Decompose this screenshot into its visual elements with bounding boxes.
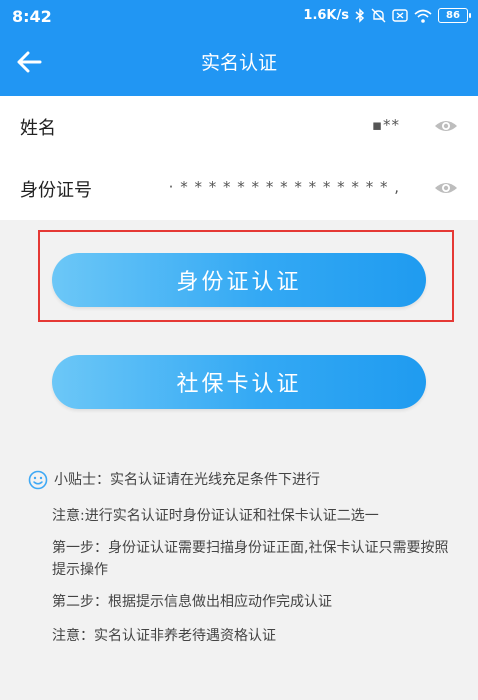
tip-heading-text: 小贴士：实名认证请在光线充足条件下进行: [54, 472, 320, 488]
tip-step1-line: 第一步：身份证认证需要扫描身份证正面,社保卡认证只需要按照提示操作: [52, 540, 449, 578]
mute-icon: [371, 8, 386, 23]
tip-note2-line: 注意：实名认证非养老待遇资格认证: [52, 628, 276, 644]
sim-x-icon: [392, 9, 408, 22]
eye-icon[interactable]: [434, 116, 458, 136]
status-icons: 1.6K/s 86: [303, 8, 471, 23]
smile-icon: [28, 470, 48, 490]
id-number-label: 身份证号: [20, 180, 92, 201]
tip-heading: 小贴士：实名认证请在光线充足条件下进行: [28, 469, 320, 491]
app-header: 8:42 1.6K/s 86 实名认证: [0, 0, 478, 96]
name-label: 姓名: [20, 118, 56, 139]
social-card-auth-button[interactable]: 社保卡认证: [52, 355, 426, 409]
name-row: 姓名 ▪**: [0, 96, 478, 158]
eye-icon[interactable]: [434, 178, 458, 198]
id-number-row: 身份证号 · * * * * * * * * * * * * * * * ,: [0, 158, 478, 220]
wifi-icon: [414, 9, 432, 23]
status-time: 8:42: [12, 7, 52, 26]
id-number-value: · * * * * * * * * * * * * * * * ,: [168, 178, 400, 196]
nav-bar: 实名认证: [0, 34, 478, 90]
status-bar: 8:42 1.6K/s 86: [0, 0, 478, 34]
identity-form: 姓名 ▪** 身份证号 · * * * * * * * * * * * * * …: [0, 96, 478, 220]
tip-step2-line: 第二步：根据提示信息做出相应动作完成认证: [52, 594, 332, 610]
battery-icon: 86: [438, 8, 471, 23]
id-card-auth-button[interactable]: 身份证认证: [52, 253, 426, 307]
battery-level: 86: [446, 10, 460, 21]
name-value: ▪**: [371, 116, 400, 134]
page-title: 实名认证: [200, 52, 277, 74]
network-speed: 1.6K/s: [303, 8, 349, 23]
bluetooth-icon: [355, 8, 365, 23]
tip-note-line: 注意:进行实名认证时身份证认证和社保卡认证二选一: [52, 508, 379, 524]
